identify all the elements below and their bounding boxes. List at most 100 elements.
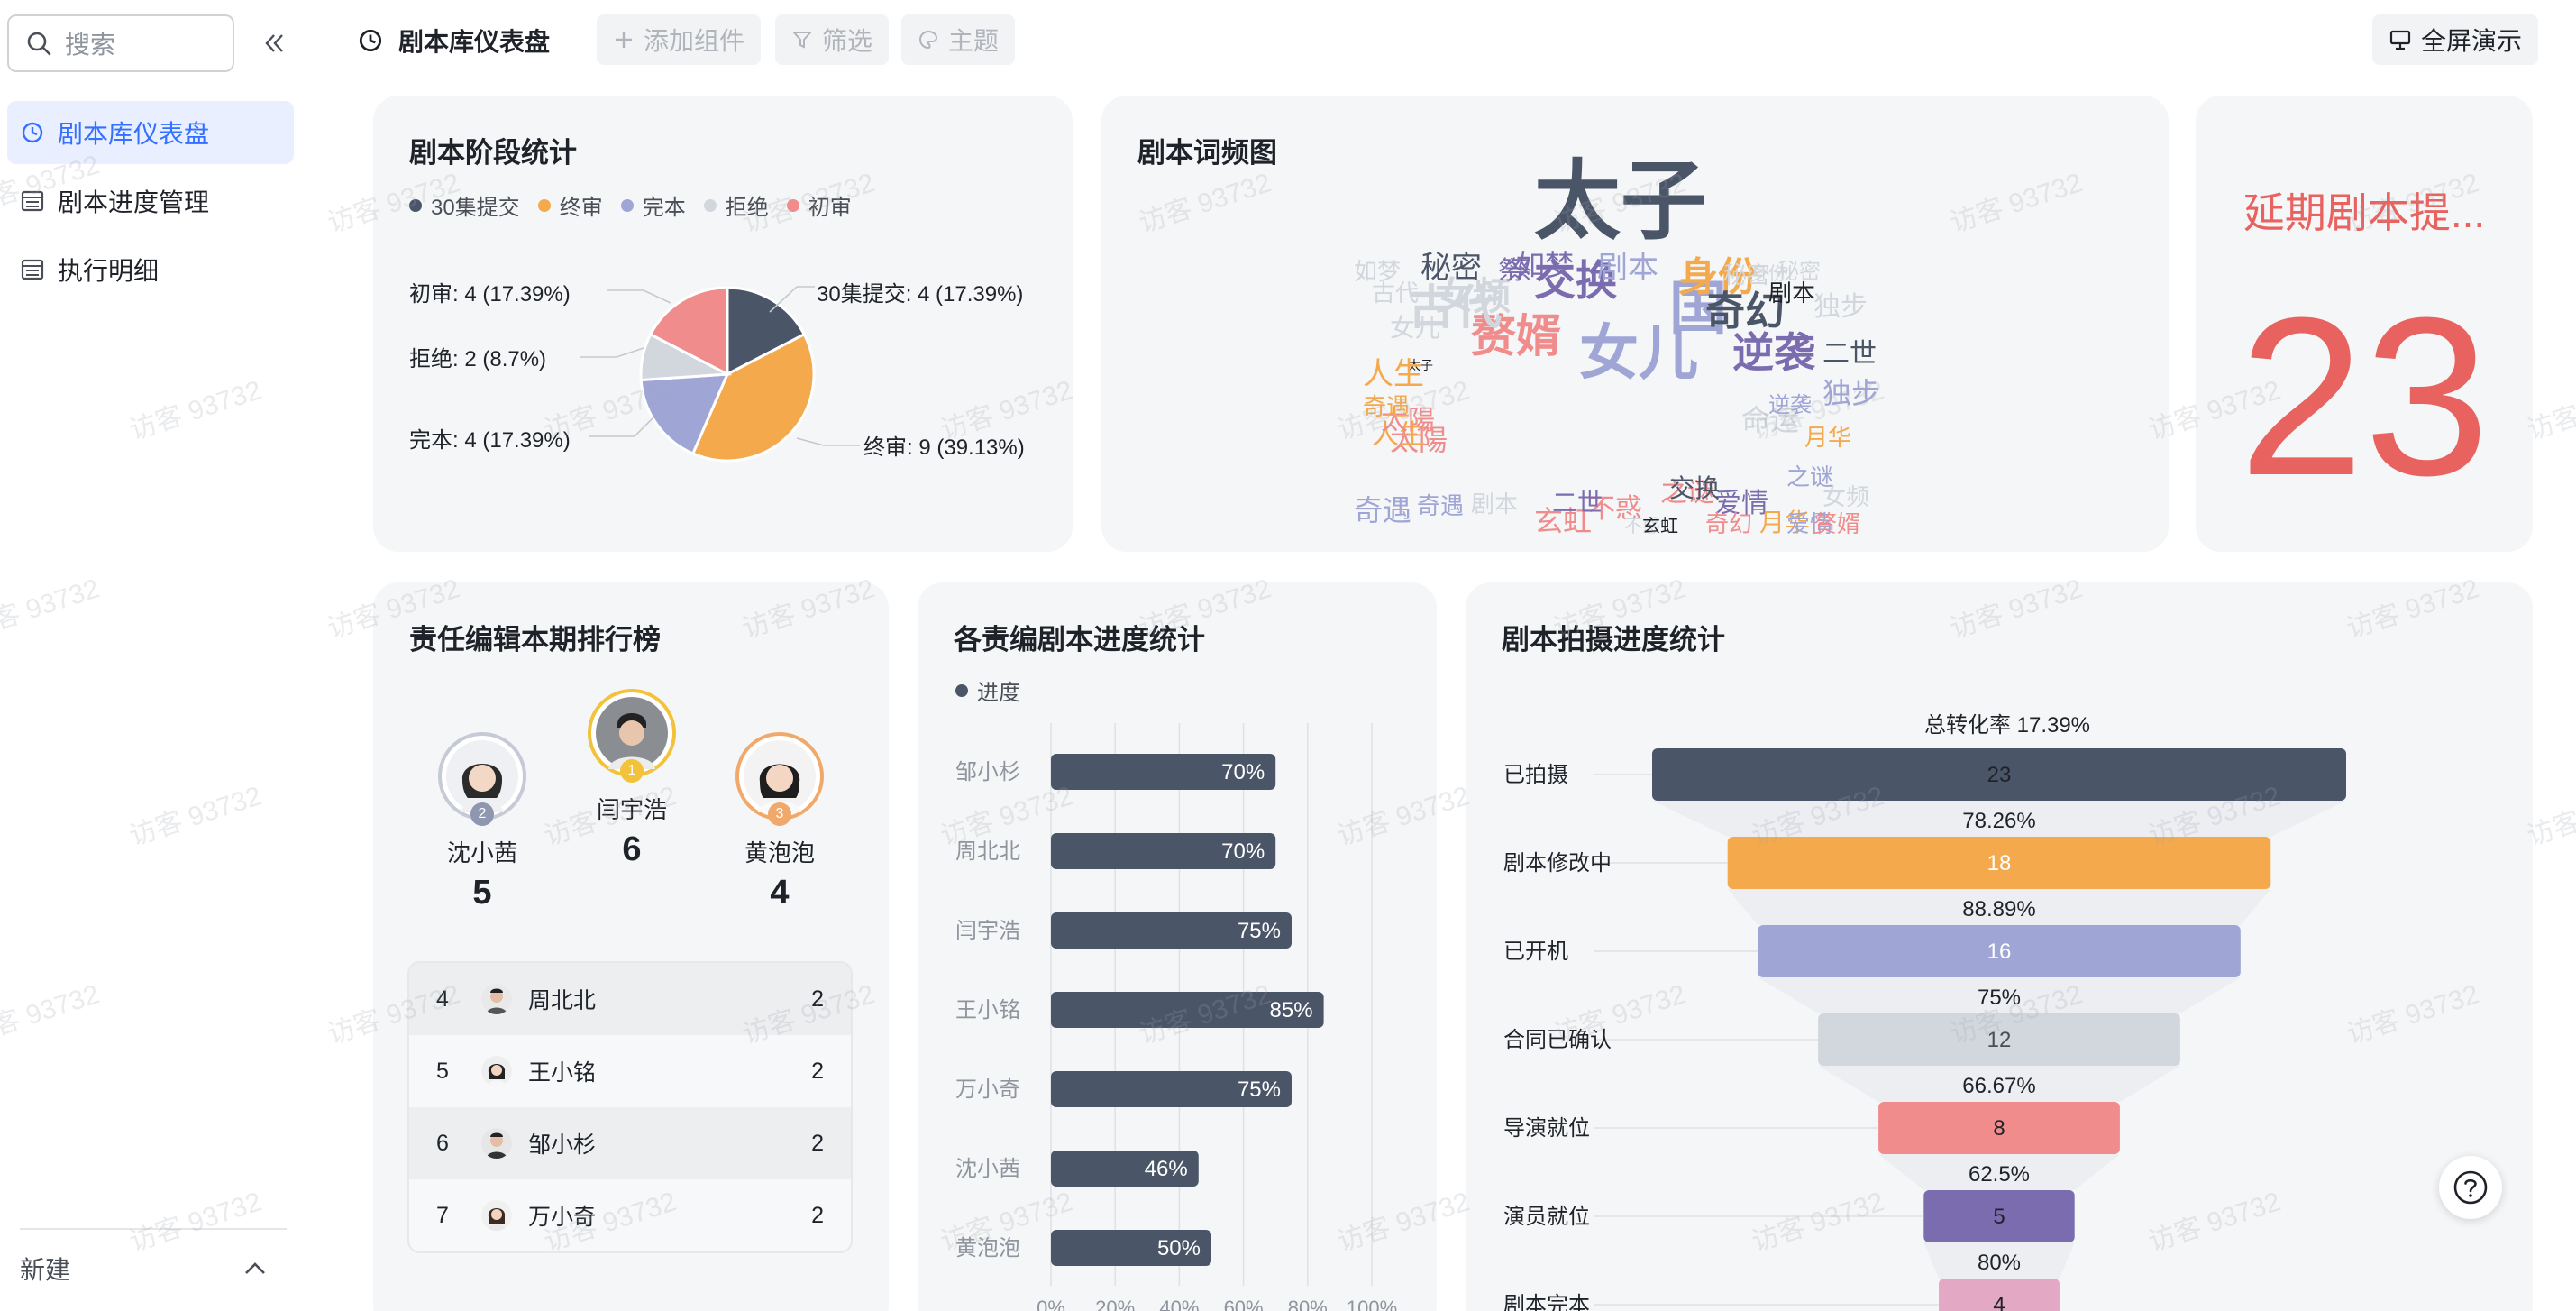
word-cloud-word: 剧本 [1768,280,1816,307]
list-score: 2 [811,986,824,1012]
word-cloud-word: 玄虹 [1642,517,1678,536]
fullscreen-button[interactable]: 全屏演示 [2371,14,2538,65]
list-item[interactable]: 4 周北北 2 [409,963,851,1035]
podium-second[interactable]: 2 沈小茜 5 [433,732,532,912]
word-cloud-word: 独步 [1813,292,1868,322]
word-cloud-word: 逆袭 [1768,393,1812,417]
funnel-chart: 78.26% 已拍摄 23 88.89% 剧本修改中 18 75% 已开机 16 66.67% 合同… [1503,748,2346,1311]
help-button[interactable] [2439,1156,2502,1219]
word-cloud-word: 秘密 [1420,251,1482,285]
word-cloud-word: 二世 [1552,489,1603,517]
y-category-label: 沈小茜 [955,1157,1020,1181]
word-cloud-word: 奇遇 [1354,494,1412,527]
add-component-label: 添加组件 [644,27,745,55]
funnel-stage-value: 16 [1987,940,2012,964]
word-cloud-word: 太子 [1534,153,1707,250]
funnel-stage-label: 演员就位 [1503,1205,1590,1229]
chevron-up-icon [245,1262,265,1274]
podium-score: 6 [622,830,642,868]
word-cloud-word: 女儿 [1390,314,1441,342]
funnel-conversion-rate: 88.89% [1962,897,2035,921]
word-cloud-word: 祭 [1507,256,1533,284]
list-item[interactable]: 6 邹小杉 2 [409,1107,851,1179]
list-name: 王小铭 [528,1060,597,1086]
avatar: 1 [588,689,676,783]
funnel-conversion-rate: 80% [1978,1251,2021,1275]
search-placeholder: 搜索 [65,31,116,59]
search-input[interactable]: 搜索 [7,14,234,72]
word-cloud-word: 月华 [1804,424,1852,451]
avatar [481,1200,512,1231]
filter-label: 筛选 [822,27,873,55]
avatar: 3 [735,732,824,826]
list-score: 2 [811,1058,824,1084]
theme-button[interactable]: 主题 [901,14,1016,65]
sidebar-item-details[interactable]: 执行明细 [7,238,294,301]
add-component-button[interactable]: 添加组件 [597,14,762,65]
x-tick-label: 80% [1288,1297,1328,1311]
pie-chart [580,286,860,463]
filter-button[interactable]: 筛选 [775,14,890,65]
page-title: 剧本库仪表盘 [357,20,550,61]
podium-score: 5 [472,874,492,912]
funnel-stage-value: 4 [1993,1293,2005,1311]
ranking-list: 4 周北北 2 5 王小铭 2 6 邹小杉 2 7 万小奇 2 [407,961,853,1253]
funnel-card: 剧本拍摄进度统计 总转化率 17.39% 78.26% 已拍摄 23 88.89% 剧本… [1466,582,2533,1311]
double-chevron-left-icon [265,34,283,52]
list-name: 邹小杉 [528,1132,597,1158]
sidebar: 搜索 剧本库仪表盘 剧本进度管理 执行明细 新建 [0,0,306,1311]
y-category-label: 王小铭 [955,998,1020,1022]
podium-score: 4 [770,874,790,912]
avatar: 2 [438,732,526,826]
podium-first[interactable]: 1 闫宇浩 6 [582,689,681,869]
podium-name: 闫宇浩 [596,796,667,823]
bar-chart: 0% 20% 40% 60% 80% 100% 邹小杉 70% 周北北 70% 闫宇浩 75% 王小铭 8… [955,723,1397,1311]
pie-leader-line [607,289,671,304]
word-cloud-word: 奇幻 [1705,510,1753,537]
word-cloud-word: 逆袭 [1732,329,1815,376]
table-icon [21,190,44,212]
word-cloud-word: 身份 [1750,264,1786,284]
y-category-label: 周北北 [955,839,1020,864]
list-name: 周北北 [528,988,597,1013]
funnel-stage-label: 已开机 [1503,940,1568,964]
word-cloud: 太子 女儿国赘婿 交换 身份 奇幻 逆袭 古代 女频 秘密 如梦 剧本 二世 不惑 太陽 人生 奇遇 之谜 爱情玄… [1354,159,1895,537]
word-cloud-word: 独步 [1822,377,1881,409]
funnel-stage-label: 剧本修改中 [1503,851,1612,876]
collapse-sidebar-button[interactable] [256,25,292,61]
new-button[interactable]: 新建 [20,1246,269,1291]
podium-third[interactable]: 3 黄泡泡 4 [730,732,829,912]
list-item[interactable]: 5 王小铭 2 [409,1035,851,1107]
word-cloud-word: 赘婿 [1813,510,1861,537]
word-cloud-word: 奇遇 [1417,492,1465,519]
funnel-conversion-rate: 62.5% [1969,1162,2030,1187]
sidebar-item-dashboard[interactable]: 剧本库仪表盘 [7,101,294,164]
new-label: 新建 [20,1256,71,1284]
podium-name: 沈小茜 [446,839,517,866]
rank-number: 5 [436,1058,449,1084]
kpi-card: 延期剧本提... 23 [2196,96,2533,552]
avatar-female-icon [744,740,816,812]
word-cloud-word: 人生 [1363,357,1424,391]
avatar-female-icon [446,740,518,812]
rank-medal: 3 [768,802,791,826]
dashboard-icon [22,122,43,143]
list-score: 2 [811,1130,824,1156]
page-title-text: 剧本库仪表盘 [398,28,551,56]
list-item[interactable]: 7 万小奇 2 [409,1179,851,1251]
bar-value-label: 75% [1238,919,1281,943]
sidebar-item-progress[interactable]: 剧本进度管理 [7,170,294,233]
table-icon [21,259,44,280]
y-category-label: 邹小杉 [955,760,1020,784]
x-tick-label: 60% [1224,1297,1264,1311]
wordcloud-card: 剧本词频图 太子 女儿国赘婿 交换 身份 奇幻 逆袭 古代 女频 秘密 如梦 剧本 二世 不惑 太陽 人生奇… [1101,96,2169,552]
funnel-stage-value: 8 [1993,1116,2005,1141]
pie-label-final: 终审: 9 (39.13%) [863,435,1025,460]
kpi-label: 延期剧本提... [2243,189,2486,236]
funnel-stage-label: 合同已确认 [1503,1028,1612,1052]
funnel-conversion-rate: 75% [1978,986,2021,1010]
word-cloud-word: 二世 [1822,339,1877,369]
pie-label-complete: 完本: 4 (17.39%) [409,428,571,453]
funnel-conversion-rate: 78.26% [1962,809,2035,833]
pie-label-initial: 初审: 4 (17.39%) [409,282,571,307]
